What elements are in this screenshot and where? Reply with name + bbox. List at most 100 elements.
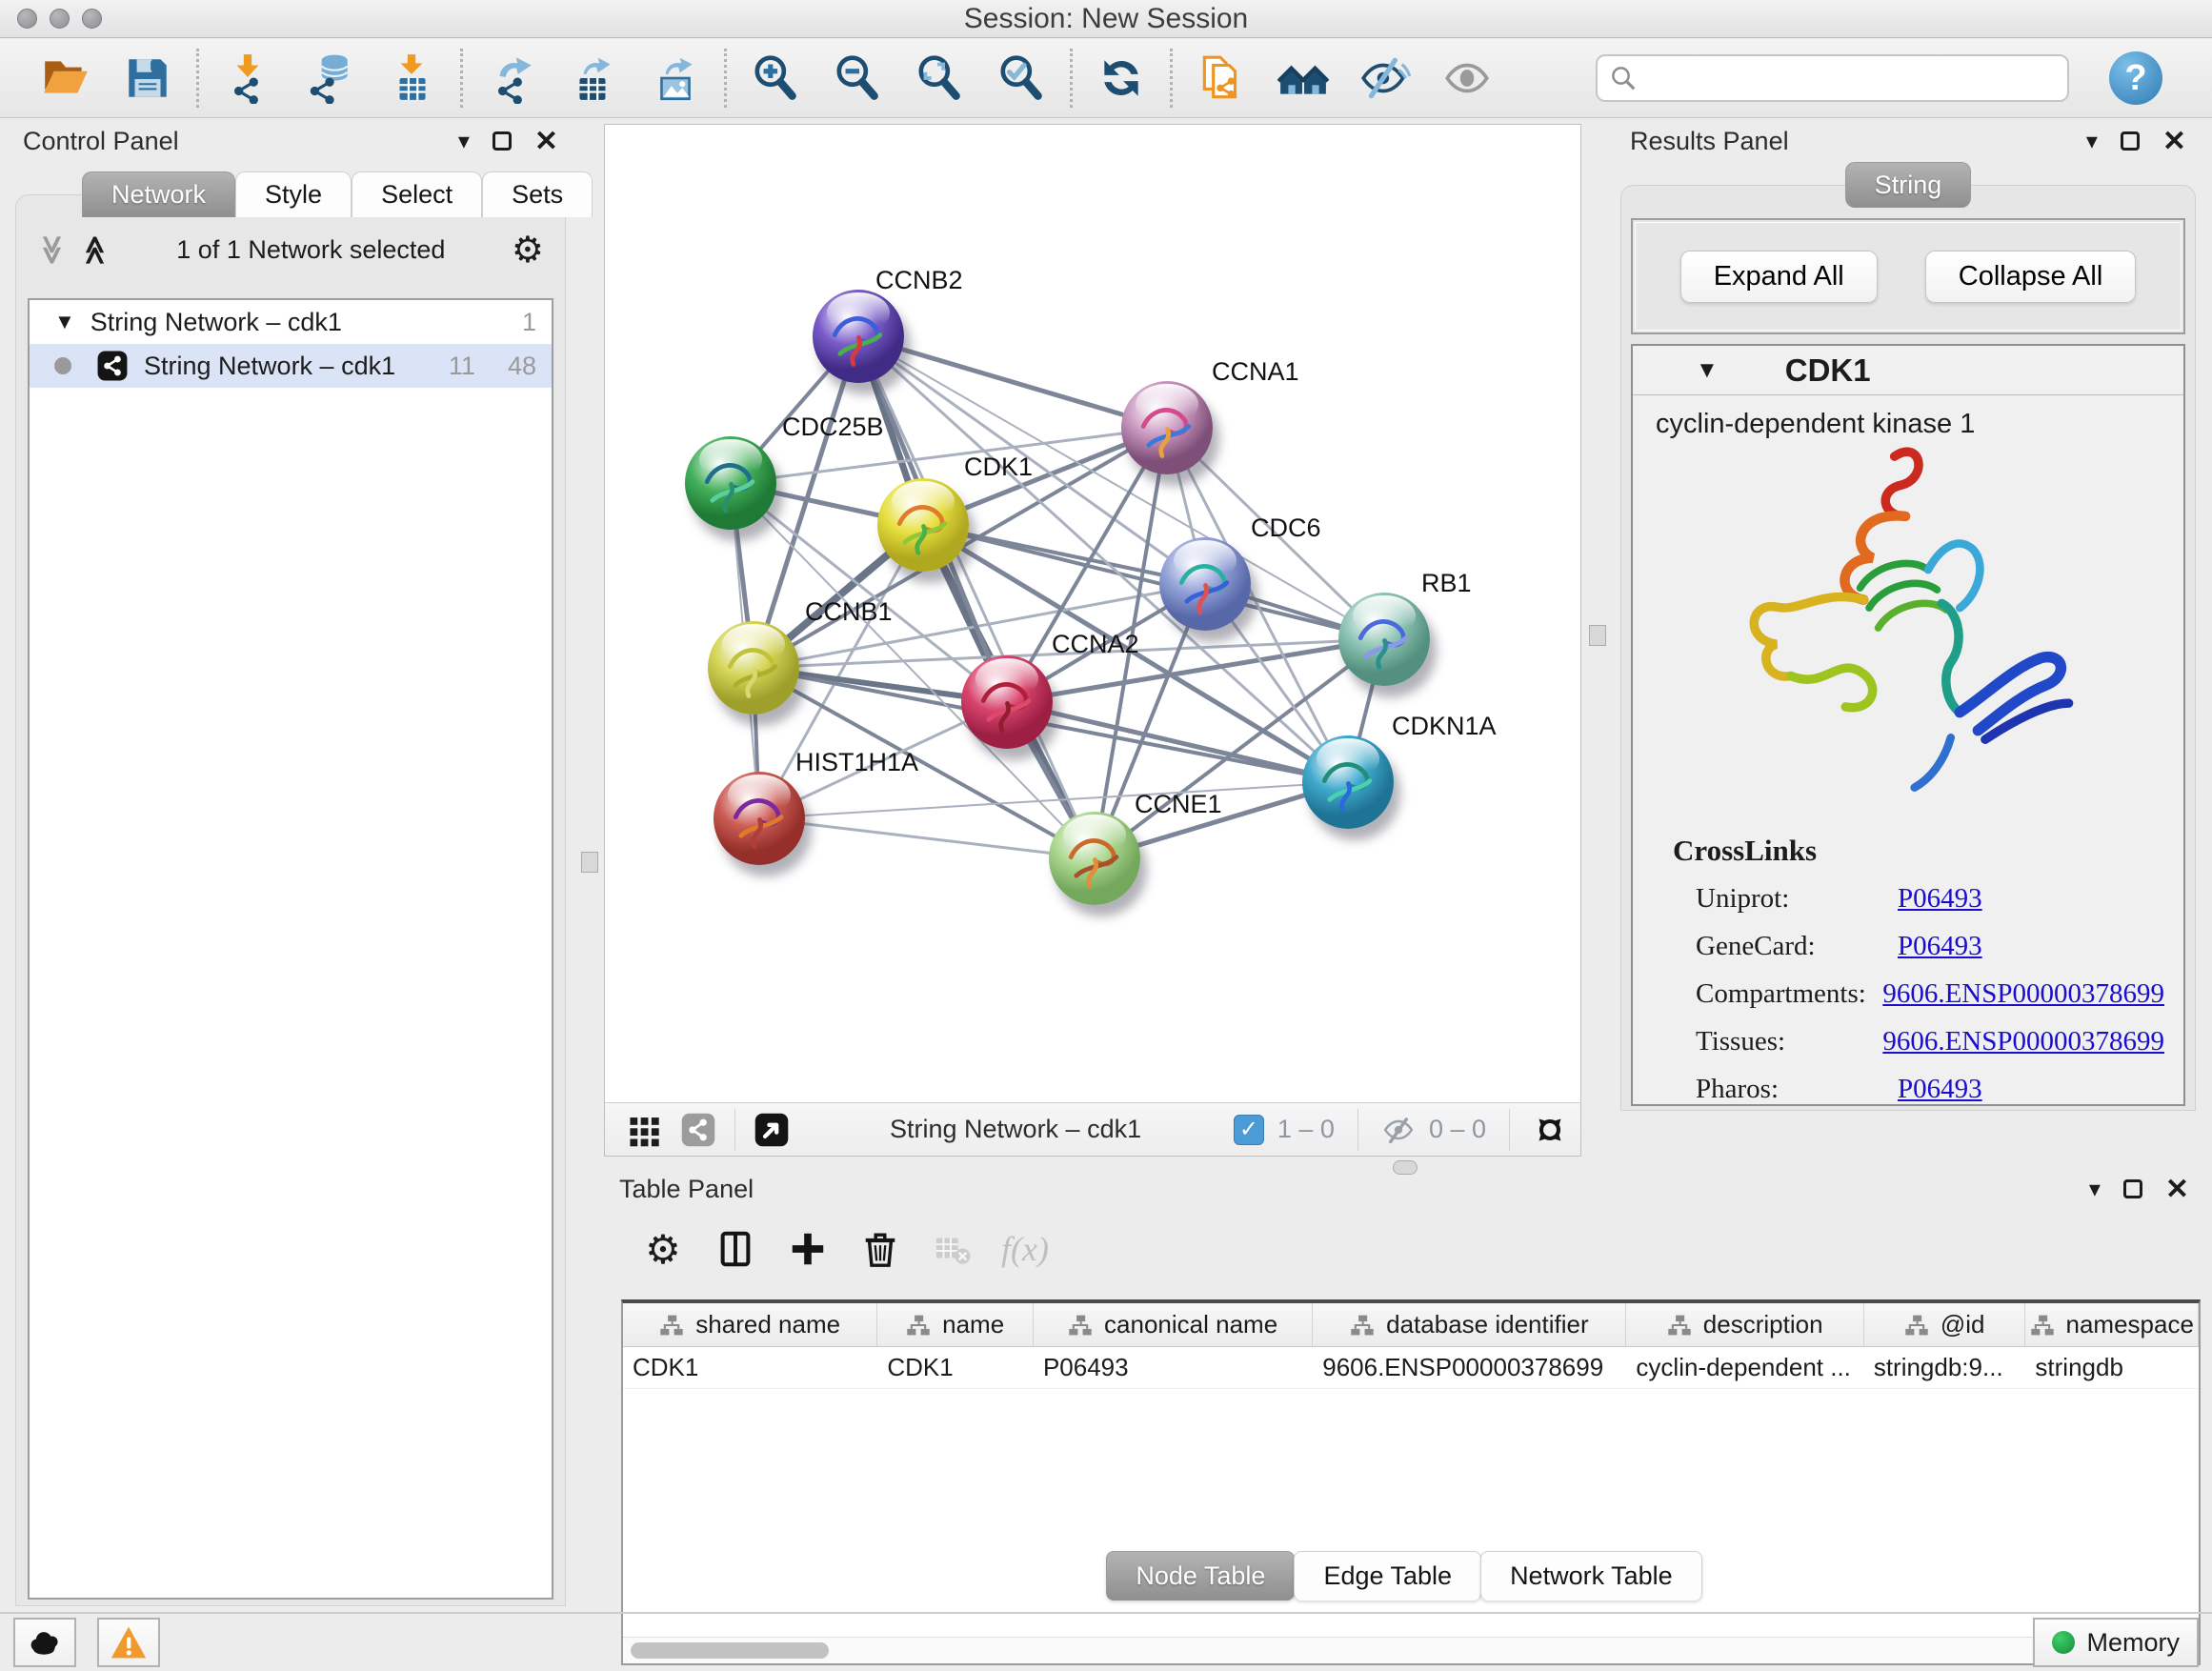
search-box[interactable] — [1596, 54, 2069, 102]
crosslink-link[interactable]: P06493 — [1898, 1074, 1982, 1105]
show-columns-button[interactable] — [701, 1220, 770, 1278]
houses-button[interactable] — [1262, 44, 1344, 112]
crosslink-label: Tissues: — [1696, 1026, 1871, 1057]
create-column-button[interactable] — [774, 1220, 842, 1278]
refresh-button[interactable] — [1080, 44, 1162, 112]
node-label-ccne1: CCNE1 — [1135, 790, 1222, 819]
tab-select[interactable]: Select — [352, 171, 482, 217]
hide-selected-button[interactable] — [1344, 44, 1426, 112]
tab-style[interactable]: Style — [235, 171, 352, 217]
warning-status-button[interactable] — [97, 1618, 160, 1667]
cloud-status-button[interactable] — [13, 1618, 76, 1667]
birdseye-view-button[interactable] — [745, 1109, 798, 1151]
network-node-ccna1[interactable] — [1121, 381, 1213, 474]
delete-columns-button[interactable] — [846, 1220, 915, 1278]
column-header-description[interactable]: description — [1626, 1303, 1863, 1346]
network-node-cdk1[interactable] — [877, 478, 969, 572]
selected-checkbox-icon[interactable]: ✓ — [1234, 1115, 1264, 1145]
table-row[interactable]: CDK1CDK1P064939606.ENSP00000378699cyclin… — [623, 1347, 2199, 1389]
panel-collapse-icon[interactable]: ▾ — [458, 128, 470, 155]
column-header-namespace[interactable]: namespace — [2025, 1303, 2199, 1346]
open-session-button[interactable] — [25, 44, 107, 112]
grid-view-button[interactable] — [618, 1109, 672, 1151]
network-node-rb1[interactable] — [1338, 593, 1430, 686]
right-splitter-handle[interactable] — [1589, 625, 1606, 646]
collapse-all-button[interactable]: Collapse All — [1925, 251, 2137, 303]
crosslink-link[interactable]: 9606.ENSP00000378699 — [1882, 978, 2164, 1010]
column-header-shared-name[interactable]: shared name — [623, 1303, 877, 1346]
help-button[interactable]: ? — [2109, 51, 2162, 105]
crosslinks-title: CrossLinks — [1673, 834, 2164, 868]
tree-expand-caret-icon[interactable]: ▼ — [54, 310, 75, 334]
network-canvas[interactable]: CCNB2CCNA1CDC25BCDK1CDC6RB1CCNB1CCNA2CDK… — [605, 125, 1582, 1103]
panel-float-icon[interactable] — [2123, 1179, 2142, 1198]
protein-structure-thumb — [824, 305, 894, 375]
node-label-cdc6: CDC6 — [1251, 513, 1321, 543]
expand-all-button[interactable]: Expand All — [1680, 251, 1878, 303]
save-session-button[interactable] — [107, 44, 189, 112]
column-header-name[interactable]: name — [877, 1303, 1034, 1346]
network-node-ccnb1[interactable] — [708, 621, 799, 715]
network-node-cdkn1a[interactable] — [1302, 735, 1394, 829]
left-splitter-handle[interactable] — [581, 852, 598, 873]
collapse-all-networks-icon[interactable]: ≫ — [35, 234, 69, 264]
results-panel-title: Results Panel — [1630, 127, 1789, 156]
panel-collapse-icon[interactable]: ▾ — [2086, 128, 2098, 155]
crosslink-link[interactable]: P06493 — [1898, 931, 1982, 962]
tab-node-table[interactable]: Node Table — [1106, 1551, 1295, 1601]
entry-collapse-caret-icon[interactable]: ▼ — [1696, 357, 1719, 384]
panel-close-icon[interactable]: ✕ — [2162, 125, 2186, 158]
import-network-database-button[interactable] — [289, 44, 371, 112]
table-options-button[interactable]: ⚙ — [629, 1220, 697, 1278]
column-header-database-identifier[interactable]: database identifier — [1313, 1303, 1626, 1346]
network-options-gear-icon[interactable]: ⚙ — [512, 229, 544, 272]
panel-close-icon[interactable]: ✕ — [534, 125, 558, 158]
tab-sets[interactable]: Sets — [482, 171, 593, 217]
network-node-ccna2[interactable] — [961, 655, 1053, 749]
export-table-button[interactable] — [553, 44, 634, 112]
search-input[interactable] — [1638, 59, 2067, 97]
panel-float-icon[interactable] — [493, 131, 512, 151]
crosslink-link[interactable]: 9606.ENSP00000378699 — [1882, 1026, 2164, 1057]
node-entry-header[interactable]: ▼ CDK1 — [1633, 346, 2183, 395]
zoom-fit-button[interactable] — [898, 44, 980, 112]
share-view-button[interactable] — [672, 1109, 725, 1151]
results-panel-tabs: String — [1617, 162, 2200, 208]
network-node-ccnb2[interactable] — [813, 290, 904, 383]
protein-structure-thumb — [1133, 396, 1202, 467]
results-panel: Results Panel ▾ ✕ String Expand All Coll… — [1617, 122, 2200, 1111]
export-image-button[interactable] — [634, 44, 716, 112]
zoom-out-button[interactable] — [816, 44, 898, 112]
expand-all-networks-icon[interactable]: ≫ — [79, 234, 112, 264]
crosslink-link[interactable]: P06493 — [1898, 883, 1982, 915]
tab-string[interactable]: String — [1845, 162, 1972, 208]
tab-network[interactable]: Network — [82, 171, 235, 217]
crosslinks-section: CrossLinks Uniprot:P06493GeneCard:P06493… — [1673, 834, 2164, 1121]
zoom-selected-button[interactable] — [980, 44, 1062, 112]
fit-selected-crosshair-icon[interactable] — [1533, 1113, 1567, 1147]
network-collection-row[interactable]: ▼ String Network – cdk1 1 — [30, 300, 552, 344]
show-all-button[interactable] — [1426, 44, 1508, 112]
import-network-button[interactable] — [207, 44, 289, 112]
network-node-hist1h1a[interactable] — [714, 772, 805, 865]
column-header-canonical-name[interactable]: canonical name — [1034, 1303, 1313, 1346]
network-row[interactable]: String Network – cdk1 11 48 — [30, 344, 552, 388]
network-node-cdc25b[interactable] — [685, 436, 776, 530]
tab-edge-table[interactable]: Edge Table — [1294, 1551, 1481, 1601]
tab-network-table[interactable]: Network Table — [1480, 1551, 1702, 1601]
import-table-button[interactable] — [371, 44, 452, 112]
network-node-cdc6[interactable] — [1159, 537, 1251, 631]
selected-counts: 1 – 0 — [1277, 1115, 1335, 1144]
memory-button[interactable]: Memory — [2033, 1618, 2199, 1667]
panel-close-icon[interactable]: ✕ — [2165, 1173, 2189, 1206]
column-header--id[interactable]: @id — [1864, 1303, 2026, 1346]
node-label-ccnb2: CCNB2 — [875, 266, 963, 295]
network-node-ccne1[interactable] — [1049, 812, 1140, 905]
results-panel-header: Results Panel ▾ ✕ — [1617, 122, 2200, 160]
panel-collapse-icon[interactable]: ▾ — [2089, 1176, 2101, 1203]
zoom-in-button[interactable] — [734, 44, 816, 112]
memory-ok-dot-icon — [2052, 1631, 2075, 1654]
panel-float-icon[interactable] — [2121, 131, 2140, 151]
export-network-button[interactable] — [471, 44, 553, 112]
string-import-button[interactable] — [1180, 44, 1262, 112]
